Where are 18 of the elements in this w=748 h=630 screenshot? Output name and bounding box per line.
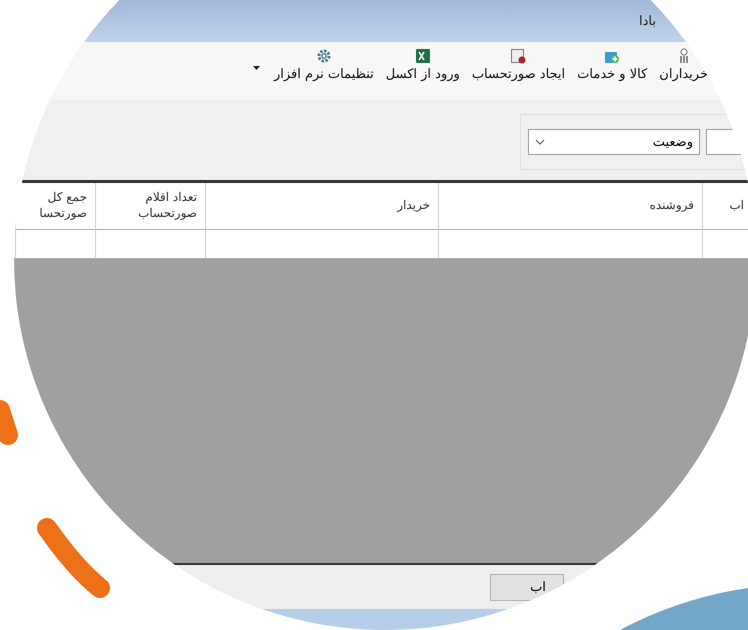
toolbar-button[interactable]: کالا و خدمات (575, 48, 650, 82)
status-dropdown[interactable]: وضعیت (528, 129, 700, 155)
toolbar-button[interactable]: تنظیمات نرم افزار (272, 48, 376, 82)
spreadsheet-icon (414, 48, 431, 64)
footer-button[interactable]: اب (490, 574, 564, 600)
window-title: بادا (639, 14, 656, 28)
column-header[interactable]: اب (702, 183, 748, 230)
toolbar-button[interactable]: ورود از اکسل (384, 48, 462, 82)
settings-icon (316, 48, 332, 64)
column-header[interactable]: خریدار (205, 183, 438, 230)
toolbar-button[interactable]: ایجاد صورتحساب (470, 48, 568, 82)
column-header[interactable]: فروشنده (438, 183, 702, 230)
dropdown-arrow-icon[interactable] (252, 66, 260, 70)
column-header[interactable]: جمع کل صورتحسا (15, 183, 95, 230)
document-icon (510, 48, 526, 64)
chevron-down-icon (535, 139, 545, 145)
column-header[interactable]: تعداد اقلام صورتحساب (95, 183, 205, 230)
toolbar-button[interactable]: خریداران (657, 48, 710, 82)
